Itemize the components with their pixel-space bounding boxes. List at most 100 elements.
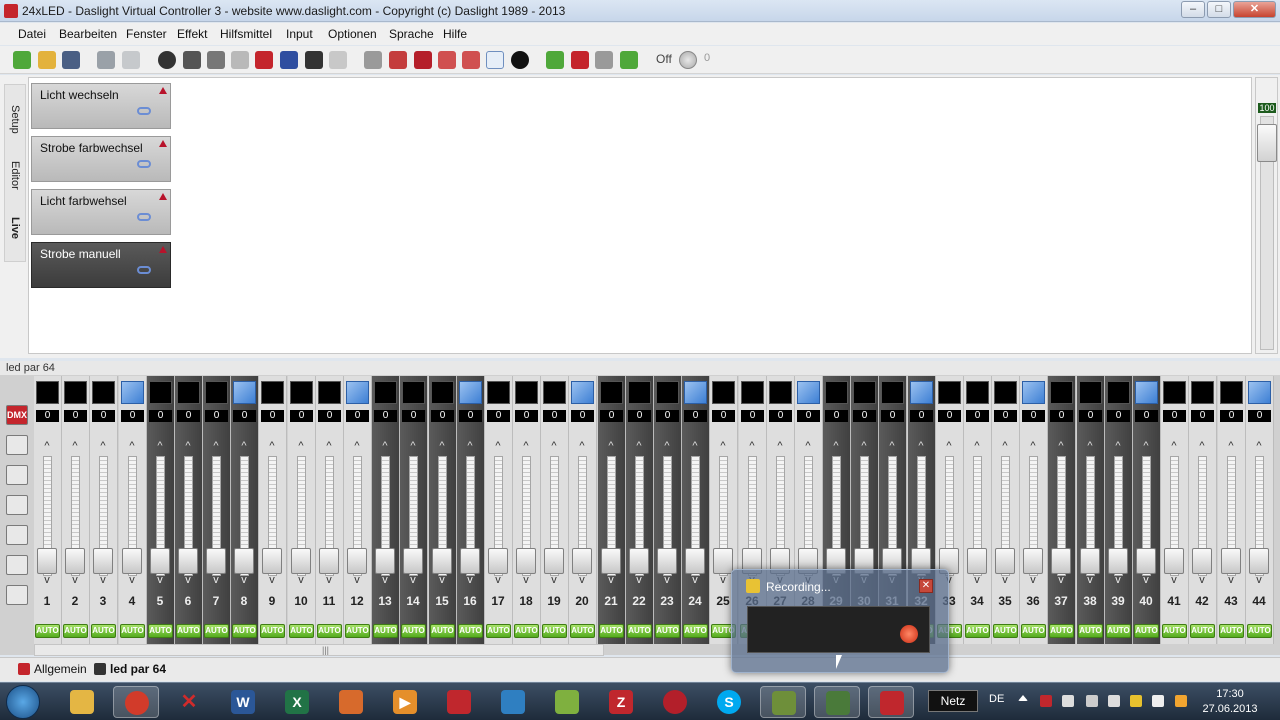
chevron-up-icon[interactable]: ^ (964, 440, 990, 452)
chevron-up-icon[interactable]: ^ (654, 440, 680, 452)
channel-color-swatch[interactable] (628, 381, 651, 404)
channel-select-icon[interactable] (233, 381, 256, 404)
auto-button[interactable]: AUTO (514, 624, 539, 638)
fader-handle[interactable] (65, 548, 85, 574)
channel-color-swatch[interactable] (966, 381, 989, 404)
chevron-down-icon[interactable]: v (1133, 574, 1159, 586)
fader-handle[interactable] (1108, 548, 1128, 574)
auto-button[interactable]: AUTO (993, 624, 1018, 638)
language-indicator[interactable]: DE (989, 693, 1004, 705)
auto-button[interactable]: AUTO (63, 624, 88, 638)
chevron-down-icon[interactable]: v (992, 574, 1018, 586)
auto-button[interactable]: AUTO (430, 624, 455, 638)
channel-select-icon[interactable] (571, 381, 594, 404)
menu-sprache[interactable]: Sprache (389, 27, 434, 41)
channel-select-icon[interactable] (684, 381, 707, 404)
fader-handle[interactable] (657, 548, 677, 574)
chevron-up-icon[interactable]: ^ (598, 440, 624, 452)
scroll-grip-icon[interactable]: ||| (322, 645, 330, 655)
channel-color-swatch[interactable] (881, 381, 904, 404)
channel-color-swatch[interactable] (741, 381, 764, 404)
chevron-up-icon[interactable]: ^ (429, 440, 455, 452)
channel-select-icon[interactable] (910, 381, 933, 404)
channel-select-icon[interactable] (459, 381, 482, 404)
puzzle-icon[interactable] (231, 51, 249, 69)
chevron-down-icon[interactable]: v (1020, 574, 1046, 586)
delete-scene-icon[interactable] (571, 51, 589, 69)
fader-handle[interactable] (206, 548, 226, 574)
fader-handle[interactable] (375, 548, 395, 574)
chevron-down-icon[interactable]: v (569, 574, 595, 586)
channel-select-icon[interactable] (121, 381, 144, 404)
clock-date[interactable]: 27.06.2013 (1200, 703, 1260, 715)
fader-handle[interactable] (629, 548, 649, 574)
chevron-down-icon[interactable]: v (203, 574, 229, 586)
channel-color-swatch[interactable] (290, 381, 313, 404)
channel-color-swatch[interactable] (36, 381, 59, 404)
move-down-icon[interactable] (620, 51, 638, 69)
auto-button[interactable]: AUTO (965, 624, 990, 638)
chevron-down-icon[interactable]: v (654, 574, 680, 586)
chevron-down-icon[interactable]: v (1077, 574, 1103, 586)
signal-icon[interactable] (1086, 695, 1098, 707)
channel-color-swatch[interactable] (431, 381, 454, 404)
tray-expand-icon[interactable] (1018, 695, 1028, 701)
auto-button[interactable]: AUTO (486, 624, 511, 638)
menu-optionen[interactable]: Optionen (328, 27, 377, 41)
chevron-up-icon[interactable]: ^ (1246, 440, 1272, 452)
fader-handle[interactable] (1249, 548, 1269, 574)
script-icon[interactable] (305, 51, 323, 69)
channel-color-swatch[interactable] (656, 381, 679, 404)
chevron-down-icon[interactable]: v (147, 574, 173, 586)
chevron-down-icon[interactable]: v (1218, 574, 1244, 586)
channel-select-icon[interactable] (1135, 381, 1158, 404)
chevron-up-icon[interactable]: ^ (1077, 440, 1103, 452)
scene-button[interactable]: Licht farbwehsel (31, 189, 171, 235)
chevron-up-icon[interactable]: ^ (1105, 440, 1131, 452)
fader-handle[interactable] (1164, 548, 1184, 574)
auto-button[interactable]: AUTO (204, 624, 229, 638)
channel-color-swatch[interactable] (543, 381, 566, 404)
channel-select-icon[interactable] (1248, 381, 1271, 404)
chevron-up-icon[interactable]: ^ (569, 440, 595, 452)
window-icon[interactable] (364, 51, 382, 69)
fader-handle[interactable] (262, 548, 282, 574)
tool-icon[interactable] (329, 51, 347, 69)
channel-color-swatch[interactable] (149, 381, 172, 404)
fader-handle[interactable] (516, 548, 536, 574)
taskbar-app-orange[interactable] (328, 686, 374, 718)
chevron-up-icon[interactable]: ^ (203, 440, 229, 452)
chevron-up-icon[interactable]: ^ (231, 440, 257, 452)
recording-close-button[interactable]: ✕ (919, 579, 933, 593)
menu-effekt[interactable]: Effekt (177, 27, 207, 41)
usb-icon[interactable] (1062, 695, 1074, 707)
pause-icon[interactable] (414, 51, 432, 69)
taskbar-app-red[interactable] (652, 686, 698, 718)
menu-bearbeiten[interactable]: Bearbeiten (59, 27, 117, 41)
fader-handle[interactable] (1192, 548, 1212, 574)
channel-color-swatch[interactable] (600, 381, 623, 404)
chevron-up-icon[interactable]: ^ (485, 440, 511, 452)
chevron-up-icon[interactable]: ^ (344, 440, 370, 452)
grid-icon[interactable] (6, 435, 28, 455)
auto-button[interactable]: AUTO (148, 624, 173, 638)
auto-button[interactable]: AUTO (1106, 624, 1131, 638)
chevron-up-icon[interactable]: ^ (316, 440, 342, 452)
fader-handle[interactable] (713, 548, 733, 574)
chevron-down-icon[interactable]: v (259, 574, 285, 586)
off-toggle[interactable] (679, 51, 697, 69)
audio-icon[interactable] (207, 51, 225, 69)
volume-icon[interactable] (1108, 695, 1120, 707)
drive-icon[interactable] (1130, 695, 1142, 707)
auto-button[interactable]: AUTO (1162, 624, 1187, 638)
auto-button[interactable]: AUTO (1021, 624, 1046, 638)
chevron-up-icon[interactable]: ^ (1189, 440, 1215, 452)
fader-handle[interactable] (995, 548, 1015, 574)
download-icon[interactable] (462, 51, 480, 69)
channel-color-swatch[interactable] (712, 381, 735, 404)
menu-fenster[interactable]: Fenster (126, 27, 167, 41)
chevron-down-icon[interactable]: v (429, 574, 455, 586)
taskbar-notes[interactable] (544, 686, 590, 718)
fader-handle[interactable] (93, 548, 113, 574)
fader-handle[interactable] (150, 548, 170, 574)
